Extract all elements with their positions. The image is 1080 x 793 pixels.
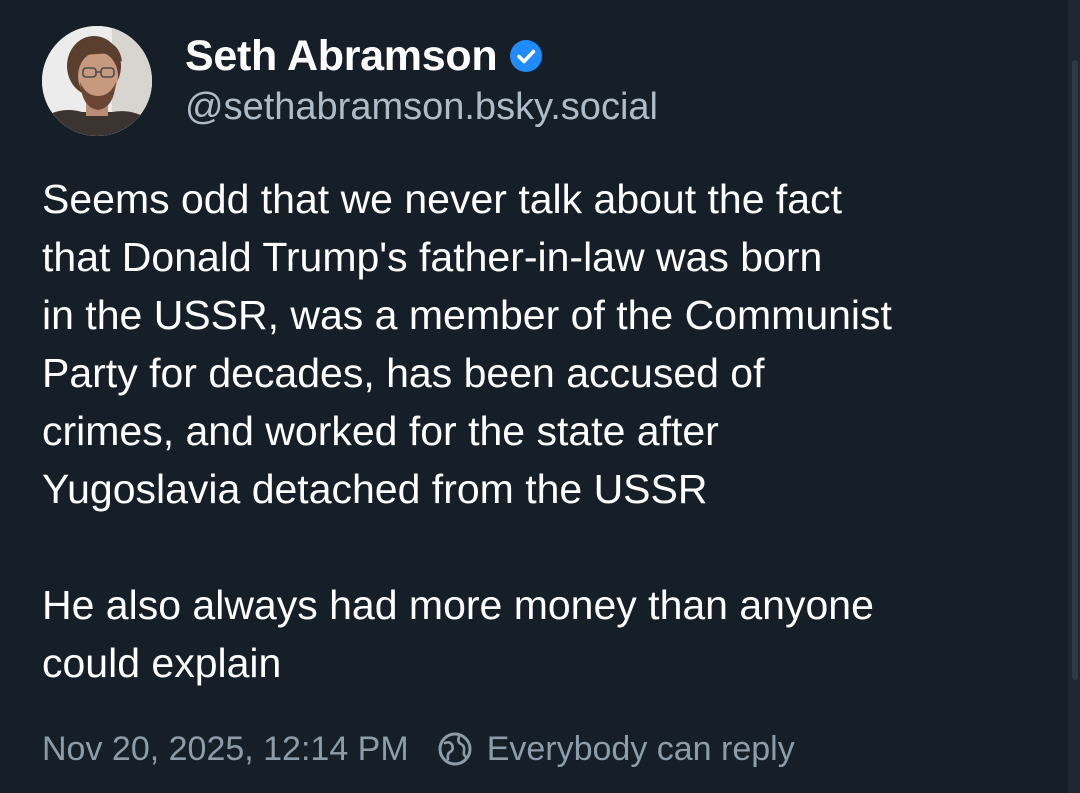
verified-checkmark-icon[interactable]: [509, 39, 543, 73]
reply-setting[interactable]: Everybody can reply: [487, 730, 795, 769]
author-handle[interactable]: @sethabramson.bsky.social: [185, 86, 658, 129]
post-text-line: could explain: [42, 640, 282, 686]
post-text-line: Seems odd that we never talk about the f…: [42, 176, 842, 222]
post-text-line: Party for decades, has been accused of: [42, 350, 765, 396]
scrollbar-thumb[interactable]: [1072, 60, 1078, 680]
post-text: Seems odd that we never talk about the f…: [42, 170, 1042, 692]
post-meta: Nov 20, 2025, 12:14 PM Everybody can rep…: [42, 725, 795, 773]
avatar-photo: [42, 26, 152, 136]
scrollbar[interactable]: [1068, 0, 1080, 793]
globe-icon: [437, 731, 473, 767]
author-name-row[interactable]: Seth Abramson: [185, 30, 543, 82]
avatar[interactable]: [42, 26, 152, 136]
post-text-line: in the USSR, was a member of the Communi…: [42, 292, 892, 338]
post-text-line: Yugoslavia detached from the USSR: [42, 466, 708, 512]
post-card: Seth Abramson @sethabramson.bsky.social …: [0, 0, 1080, 793]
post-text-line: that Donald Trump's father-in-law was bo…: [42, 234, 823, 280]
author-display-name[interactable]: Seth Abramson: [185, 32, 498, 81]
post-text-line: crimes, and worked for the state after: [42, 408, 719, 454]
post-text-line: He also always had more money than anyon…: [42, 582, 874, 628]
post-timestamp[interactable]: Nov 20, 2025, 12:14 PM: [42, 730, 409, 769]
